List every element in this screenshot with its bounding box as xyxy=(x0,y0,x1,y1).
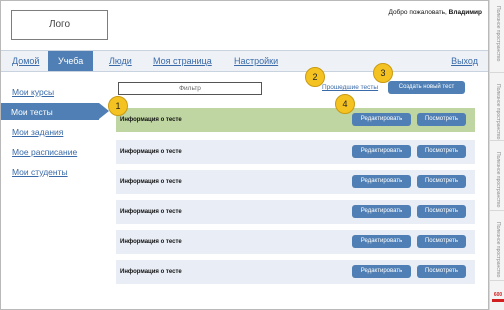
margin-label: Полезное пространство xyxy=(495,84,501,140)
margin-label: Полезное пространство xyxy=(495,6,501,62)
edit-button[interactable]: Редактировать xyxy=(352,175,411,188)
view-button[interactable]: Посмотреть xyxy=(417,145,466,158)
sidebar-item-my-assignments[interactable]: Мои задания xyxy=(12,127,63,137)
create-test-button[interactable]: Создать новый тест xyxy=(388,81,465,94)
margin-strip: Полезное пространство Полезное пространс… xyxy=(489,0,504,310)
nav-my-page[interactable]: Моя страница xyxy=(153,51,212,71)
annotation-marker-3: 3 xyxy=(373,63,393,83)
sidebar-item-label: Мои тесты xyxy=(11,107,53,117)
page-number: 600 xyxy=(493,292,503,298)
margin-label: Полезное пространство xyxy=(495,222,501,278)
test-info: Информация о тесте xyxy=(120,269,182,275)
user-name: Владимир xyxy=(448,9,482,16)
margin-divider xyxy=(490,280,504,281)
test-info: Информация о тесте xyxy=(120,117,182,123)
table-row[interactable]: Информация о тесте Редактировать Посмотр… xyxy=(116,260,475,284)
filter-input[interactable]: Фильтр xyxy=(118,82,262,95)
edit-button[interactable]: Редактировать xyxy=(352,113,411,126)
view-button[interactable]: Посмотреть xyxy=(417,175,466,188)
logout-link[interactable]: Выход xyxy=(451,51,478,71)
annotation-marker-4: 4 xyxy=(335,94,355,114)
view-button[interactable]: Посмотреть xyxy=(417,113,466,126)
edit-button[interactable]: Редактировать xyxy=(352,235,411,248)
test-info: Информация о тесте xyxy=(120,149,182,155)
table-row[interactable]: Информация о тесте Редактировать Посмотр… xyxy=(116,140,475,164)
test-info: Информация о тесте xyxy=(120,179,182,185)
margin-label: Полезное пространство xyxy=(495,152,501,208)
margin-divider xyxy=(490,210,504,211)
annotation-marker-2: 2 xyxy=(305,67,325,87)
test-info: Информация о тесте xyxy=(120,209,182,215)
welcome-message: Добро пожаловать, Владимир xyxy=(388,9,482,16)
test-info: Информация о тесте xyxy=(120,239,182,245)
table-row[interactable]: Информация о тесте Редактировать Посмотр… xyxy=(116,200,475,224)
annotation-marker-1: 1 xyxy=(108,96,128,116)
welcome-prefix: Добро пожаловать, xyxy=(388,9,449,16)
page-number-bar xyxy=(492,299,504,302)
edit-button[interactable]: Редактировать xyxy=(352,265,411,278)
nav-settings[interactable]: Настройки xyxy=(234,51,278,71)
table-row[interactable]: Информация о тесте Редактировать Посмотр… xyxy=(116,108,475,132)
view-button[interactable]: Посмотреть xyxy=(417,205,466,218)
sidebar-item-my-courses[interactable]: Мои курсы xyxy=(12,87,54,97)
past-tests-link[interactable]: Прошедшие тесты xyxy=(322,84,378,91)
nav-people[interactable]: Люди xyxy=(109,51,132,71)
nav-study[interactable]: Учеба xyxy=(48,51,94,71)
logo[interactable]: Лого xyxy=(11,10,108,40)
view-button[interactable]: Посмотреть xyxy=(417,235,466,248)
edit-button[interactable]: Редактировать xyxy=(352,145,411,158)
table-row[interactable]: Информация о тесте Редактировать Посмотр… xyxy=(116,230,475,254)
main-nav: Домой Учеба Люди Моя страница Настройки … xyxy=(1,50,488,72)
nav-home[interactable]: Домой xyxy=(12,51,39,71)
margin-divider xyxy=(490,140,504,141)
view-button[interactable]: Посмотреть xyxy=(417,265,466,278)
table-row[interactable]: Информация о тесте Редактировать Посмотр… xyxy=(116,170,475,194)
edit-button[interactable]: Редактировать xyxy=(352,205,411,218)
margin-divider xyxy=(490,72,504,73)
sidebar-item-my-schedule[interactable]: Мое расписание xyxy=(12,147,77,157)
sidebar-item-my-students[interactable]: Мои студенты xyxy=(12,167,68,177)
